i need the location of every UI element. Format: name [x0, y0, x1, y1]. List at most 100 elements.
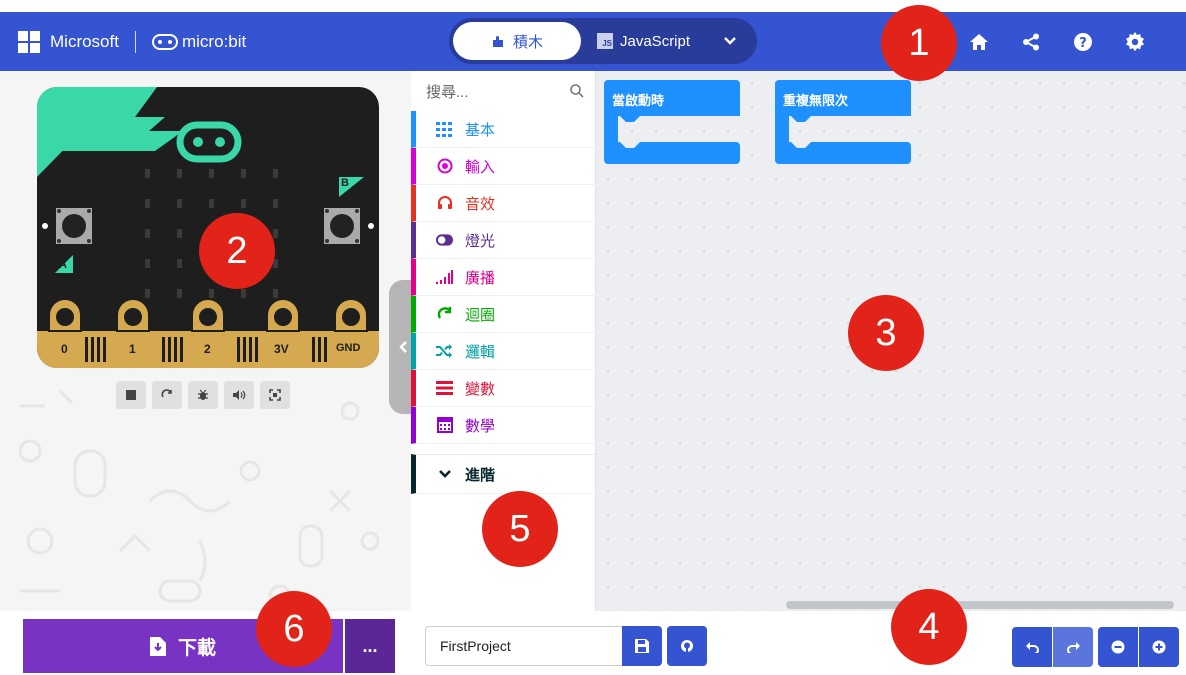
volume-icon: [233, 390, 246, 400]
gear-icon: [1126, 31, 1144, 51]
tab-blocks-label: 積木: [512, 33, 543, 51]
search-icon: [570, 84, 584, 98]
restart-button[interactable]: [152, 381, 182, 409]
category-label: 邏輯: [465, 343, 496, 361]
chevron-down-icon: [436, 466, 453, 483]
zoom-out-button[interactable]: [1098, 627, 1138, 667]
grid-icon: [436, 121, 453, 138]
brand-area[interactable]: Microsoft micro:bit: [18, 12, 246, 71]
github-button[interactable]: [667, 626, 707, 666]
pin-2-label: 2: [204, 342, 211, 356]
share-icon: [1023, 33, 1039, 50]
project-name-value: FirstProject: [440, 638, 511, 654]
header-actions: ?: [965, 12, 1149, 71]
collapse-simulator-button[interactable]: [389, 280, 411, 414]
zoom-in-button[interactable]: [1139, 627, 1179, 667]
category-variables[interactable]: 變數: [411, 370, 596, 407]
fullscreen-button[interactable]: [260, 381, 290, 409]
category-label: 數學: [465, 417, 496, 435]
microsoft-logo-icon: [18, 30, 40, 53]
annotation-marker-1: 1: [881, 5, 957, 81]
tab-javascript-label: JavaScript: [620, 32, 691, 50]
calculator-icon: [436, 417, 453, 434]
annotation-marker-5: 5: [482, 491, 558, 567]
brand-divider: [134, 30, 136, 53]
category-loops[interactable]: 迴圈: [411, 296, 596, 333]
redo-icon: [1066, 641, 1080, 653]
block-on-start[interactable]: 當啟動時: [604, 80, 740, 168]
simulator-panel: A B 0 1 2 3V GND: [0, 71, 411, 611]
tab-blocks[interactable]: 積木: [453, 22, 581, 60]
chevron-left-icon: [399, 341, 407, 353]
more-label: ...: [362, 635, 378, 656]
microsoft-label: Microsoft: [50, 31, 119, 51]
search-input[interactable]: 搜尋...: [426, 81, 469, 102]
tab-javascript[interactable]: JS JavaScript: [597, 22, 701, 60]
toggle-icon: [436, 232, 453, 249]
simulator-controls: [116, 381, 290, 409]
category-label: 進階: [465, 466, 496, 484]
pin-gnd-label: GND: [336, 342, 361, 354]
project-name-input[interactable]: FirstProject: [425, 626, 622, 666]
category-advanced[interactable]: 進階: [411, 454, 596, 494]
category-input[interactable]: 輸入: [411, 148, 596, 185]
undo-button[interactable]: [1012, 627, 1052, 667]
category-logic[interactable]: 邏輯: [411, 333, 596, 370]
refresh-icon: [161, 389, 172, 398]
category-basic[interactable]: 基本: [411, 111, 596, 148]
category-music[interactable]: 音效: [411, 185, 596, 222]
category-label: 基本: [465, 121, 496, 139]
annotation-marker-4: 4: [891, 589, 967, 665]
settings-button[interactable]: [1121, 28, 1149, 56]
zoom-out-icon: [1111, 640, 1125, 654]
download-more-button[interactable]: ...: [345, 619, 395, 673]
signal-bars-icon: [436, 269, 453, 286]
category-label: 迴圈: [465, 306, 496, 324]
svg-text:?: ?: [1079, 36, 1087, 51]
download-label: 下載: [177, 637, 216, 659]
download-file-icon: [149, 636, 166, 656]
category-label: 廣播: [465, 269, 496, 287]
github-icon: [681, 640, 693, 652]
category-label: 變數: [465, 380, 496, 398]
bottom-bar: 下載 ... FirstProject: [0, 611, 1186, 675]
annotation-marker-3: 3: [848, 295, 924, 371]
block-label: 重複無限次: [783, 93, 849, 108]
help-button[interactable]: ?: [1069, 28, 1097, 56]
annotation-marker-6: 6: [256, 591, 332, 667]
zoom-in-icon: [1152, 640, 1166, 654]
block-forever[interactable]: 重複無限次: [775, 80, 911, 168]
category-radio[interactable]: 廣播: [411, 259, 596, 296]
home-button[interactable]: [965, 28, 993, 56]
javascript-icon: JS: [597, 33, 613, 49]
target-icon: [436, 158, 453, 175]
pin-0-label: 0: [61, 342, 68, 356]
fullscreen-icon: [269, 389, 281, 401]
toolbox-search[interactable]: 搜尋...: [411, 71, 596, 111]
stop-button[interactable]: [116, 381, 146, 409]
editor-toggle: 積木 JS JavaScript: [449, 18, 757, 64]
pin-3v-label: 3V: [274, 342, 289, 356]
microbit-label: micro:bit: [181, 31, 247, 51]
category-led[interactable]: 燈光: [411, 222, 596, 259]
loop-icon: [436, 306, 453, 323]
category-label: 音效: [465, 195, 496, 213]
undo-icon: [1025, 641, 1039, 653]
mute-button[interactable]: [224, 381, 254, 409]
top-menu-bar: Microsoft micro:bit 積木 JS JavaScript ?: [0, 12, 1186, 71]
headphones-icon: [436, 195, 453, 212]
annotation-marker-2: 2: [199, 213, 275, 289]
workspace-horizontal-scrollbar[interactable]: [786, 601, 1174, 609]
bug-icon: [198, 389, 208, 400]
save-button[interactable]: [622, 626, 662, 666]
editor-dropdown-button[interactable]: [711, 22, 749, 60]
shuffle-icon: [436, 343, 453, 360]
button-a-label: A: [59, 259, 67, 271]
redo-button[interactable]: [1053, 627, 1093, 667]
share-button[interactable]: [1017, 28, 1045, 56]
stop-icon: [126, 390, 136, 400]
puzzle-icon: [492, 36, 503, 47]
category-math[interactable]: 數學: [411, 407, 596, 444]
home-icon: [970, 33, 988, 50]
debug-button[interactable]: [188, 381, 218, 409]
